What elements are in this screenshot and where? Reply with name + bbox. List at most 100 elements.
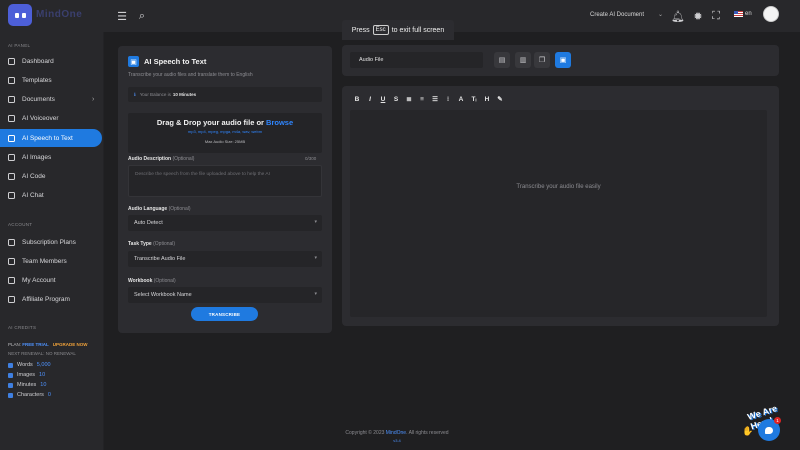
team-icon [8, 257, 15, 265]
footer-copyright: Copyright © 2023 MindOne. All rights res… [345, 430, 449, 436]
accepted-types: mp3, mp4, mpeg, mpga, m4a, wav, webm [187, 129, 263, 134]
browse-link[interactable]: Browse [266, 118, 293, 127]
ordered-list-icon[interactable]: ⁝ [443, 94, 453, 104]
bell-icon[interactable]: 🔔︎ [670, 8, 686, 24]
language-select-field[interactable]: Auto Detect ▾ [128, 215, 322, 231]
fullscreen-banner: Press Esc to exit full screen [342, 20, 454, 40]
description-label: Audio Description (Optional) [128, 156, 195, 162]
sidebar-item-subscription-plans[interactable]: Subscription Plans [0, 233, 102, 251]
sidebar-item-templates[interactable]: Templates [0, 71, 102, 89]
logo-icon[interactable] [8, 4, 32, 26]
user-icon [8, 276, 15, 284]
us-flag-icon[interactable] [734, 11, 743, 17]
create-document-select[interactable]: Create AI Document ⌄ [590, 11, 663, 18]
wave-hand-icon: ✋ [742, 426, 754, 436]
language-label: Audio Language (Optional) [128, 206, 191, 212]
transcript-editor[interactable]: Transcribe your audio file easily [350, 110, 767, 317]
menu-toggle-icon[interactable]: ☰ [114, 8, 130, 24]
fullscreen-icon[interactable]: ⛶ [708, 8, 724, 24]
chat-badge: 1 [774, 417, 781, 424]
balance-info: ℹ Your Balance is 10 Minutes [128, 87, 322, 102]
language-select[interactable]: en [745, 11, 752, 17]
task-type-select[interactable]: Transcribe Audio File ▾ [128, 251, 322, 267]
copy-icon[interactable]: ❐ [534, 52, 550, 68]
credit-characters: Characters 0 [8, 392, 51, 398]
text-size-icon[interactable]: Tᵢ [469, 94, 479, 104]
underline-icon[interactable]: U [378, 94, 388, 104]
font-color-icon[interactable]: A [456, 94, 466, 104]
sidebar-item-dashboard[interactable]: Dashboard [0, 52, 102, 70]
max-size: Max Audio Size: 25MB [204, 139, 246, 144]
description-counter: 0/300 [305, 156, 317, 161]
workbook-select[interactable]: Select Workbook Name ▾ [128, 287, 322, 303]
sidebar-item-ai-images[interactable]: AI Images [0, 148, 102, 166]
search-icon[interactable]: ⌕ [134, 8, 150, 24]
info-icon: ℹ [134, 91, 136, 97]
sidebar-item-my-account[interactable]: My Account [0, 271, 102, 289]
upgrade-link[interactable]: UPGRADE NOW [53, 342, 88, 347]
download-doc-icon[interactable]: ▤ [494, 52, 510, 68]
save-icon[interactable]: ▣ [555, 52, 571, 68]
strike-icon[interactable]: S [391, 94, 401, 104]
sidebar-item-ai-chat[interactable]: AI Chat [0, 186, 102, 204]
credit-images: Images 10 [8, 372, 45, 378]
affiliate-icon [8, 295, 15, 303]
page-subtitle: Transcribe your audio files and translat… [128, 72, 253, 78]
download-text-icon[interactable]: ▥ [515, 52, 531, 68]
esc-key: Esc [372, 25, 389, 35]
pen-icon[interactable]: ✎ [495, 94, 505, 104]
mic-icon [8, 114, 15, 122]
folder-icon [8, 95, 15, 103]
file-name-input[interactable]: Audio File [350, 52, 483, 68]
speech-icon [8, 134, 15, 142]
align-left-icon[interactable]: ≣ [404, 94, 414, 104]
sidebar-item-ai-code[interactable]: AI Code [0, 167, 102, 185]
chevron-down-icon: ▾ [314, 219, 317, 225]
credit-minutes: Minutes 10 [8, 382, 46, 388]
footer-brand-link[interactable]: MindOne [386, 430, 406, 436]
folder-audio-icon: ▣ [128, 56, 139, 67]
dashboard-icon [8, 57, 15, 65]
sidebar-item-ai-speech-to-text[interactable]: AI Speech to Text [0, 129, 102, 147]
italic-icon[interactable]: I [365, 94, 375, 104]
sidebar: AI PANEL Dashboard Templates Documents › … [0, 32, 104, 450]
sidebar-item-affiliate-program[interactable]: Affiliate Program [0, 290, 102, 308]
audio-dropzone[interactable]: Drag & Drop your audio file or Browse mp… [128, 113, 322, 153]
sidebar-item-documents[interactable]: Documents › [0, 90, 102, 108]
plan-info: PLAN: FREE TRIAL UPGRADE NOW [8, 342, 88, 347]
transcribe-button[interactable]: TRANSCRIBE [191, 307, 258, 321]
characters-icon [8, 392, 13, 398]
templates-icon [8, 76, 15, 84]
subscription-icon [8, 238, 15, 246]
chevron-down-icon: ⌄ [658, 12, 664, 18]
words-icon [8, 362, 13, 368]
code-icon [8, 172, 15, 180]
editor-placeholder: Transcribe your audio file easily [516, 184, 601, 190]
sidebar-item-team-members[interactable]: Team Members [0, 252, 102, 270]
minutes-icon [8, 382, 13, 388]
page-title: AI Speech to Text [144, 57, 207, 66]
align-center-icon[interactable]: ≡ [417, 94, 427, 104]
panel-section-label: AI PANEL [8, 43, 31, 48]
editor-toolbar: B I U S ≣ ≡ ☰ ⁝ A Tᵢ H ✎ [352, 94, 505, 104]
image-icon [8, 153, 15, 161]
heading-icon[interactable]: H [482, 94, 492, 104]
avatar[interactable] [763, 6, 779, 22]
task-type-label: Task Type (Optional) [128, 241, 176, 247]
chevron-down-icon: ▾ [314, 291, 317, 297]
account-section-label: ACCOUNT [8, 222, 33, 227]
bold-icon[interactable]: B [352, 94, 362, 104]
images-icon [8, 372, 13, 378]
theme-toggle-icon[interactable]: ✹ [690, 8, 706, 24]
logo-text: MindOne [36, 9, 83, 20]
credit-words: Words 5,000 [8, 362, 51, 368]
credits-section-label: AI CREDITS [8, 325, 37, 330]
sidebar-item-ai-voiceover[interactable]: AI Voiceover [0, 109, 102, 127]
form-header: ▣ AI Speech to Text [128, 56, 206, 67]
app-version: v3.4 [393, 438, 401, 443]
list-icon[interactable]: ☰ [430, 94, 440, 104]
workbook-label: Workbook (Optional) [128, 278, 176, 284]
renewal-info: NEXT RENEWAL: NO RENEWAL [8, 351, 76, 356]
description-input[interactable]: Describe the speech from the file upload… [128, 165, 322, 197]
chat-icon [8, 191, 15, 199]
